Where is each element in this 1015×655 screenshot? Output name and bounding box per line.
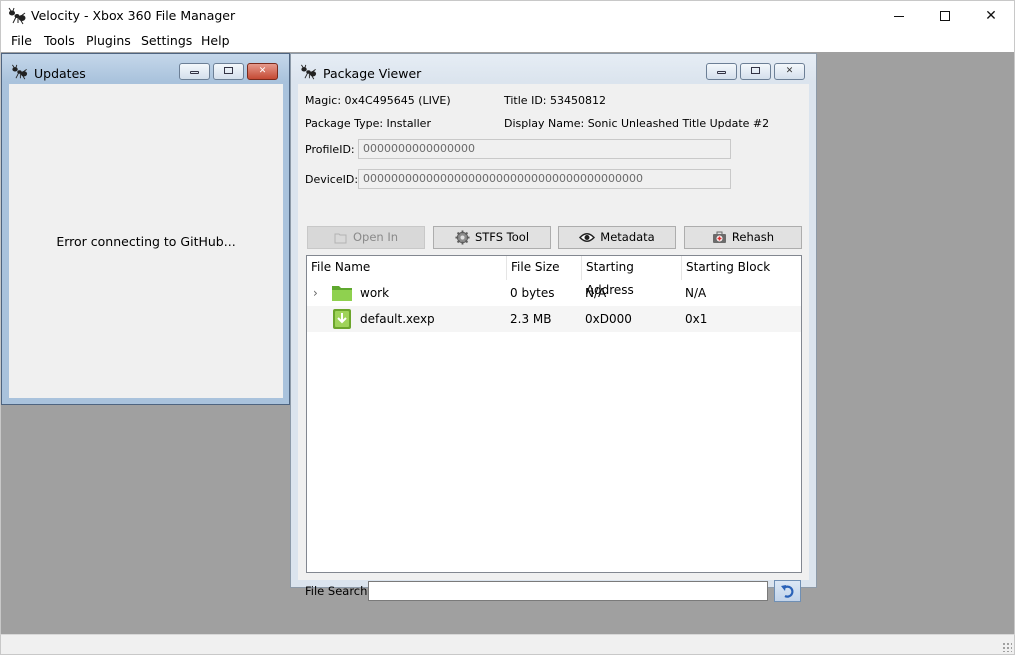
folder-open-icon: [334, 233, 347, 243]
maximize-icon: [940, 11, 950, 21]
close-icon: ✕: [258, 66, 267, 76]
package-type-label: Package Type: Installer: [305, 117, 431, 130]
minimize-icon: [717, 71, 726, 74]
medkit-icon: [712, 231, 726, 243]
rehash-button[interactable]: Rehash: [684, 226, 802, 249]
package-viewer-window: Package Viewer ✕ Magic: 0x4C495645 (LIVE…: [290, 53, 817, 602]
updates-close-button[interactable]: ✕: [247, 63, 278, 80]
close-icon: ✕: [985, 8, 997, 24]
column-header-starting-address[interactable]: Starting Address: [582, 256, 682, 297]
resize-grip-icon[interactable]: [1002, 642, 1012, 652]
close-button[interactable]: ✕: [968, 1, 1014, 31]
column-header-file-name[interactable]: File Name: [307, 256, 507, 280]
package-viewer-close-button[interactable]: ✕: [774, 63, 805, 80]
metadata-button[interactable]: Metadata: [558, 226, 676, 249]
ant-icon: [12, 64, 28, 80]
starting-block-cell: N/A: [685, 286, 707, 300]
updates-window: Updates ✕ Error connecting to GitHub...: [1, 53, 290, 405]
file-size-cell: 2.3 MB: [510, 312, 552, 326]
magic-label: Magic: 0x4C495645 (LIVE): [305, 94, 451, 107]
minimize-button[interactable]: [876, 1, 922, 31]
eye-icon: [579, 233, 596, 242]
package-viewer-minimize-button[interactable]: [706, 63, 737, 80]
column-header-starting-block[interactable]: Starting Block: [682, 256, 801, 280]
package-viewer-body: Magic: 0x4C495645 (LIVE) Title ID: 53450…: [298, 84, 809, 602]
menu-file[interactable]: File: [10, 33, 33, 48]
device-id-field[interactable]: 0000000000000000000000000000000000000000: [358, 169, 731, 189]
package-viewer-title: Package Viewer: [323, 66, 422, 81]
ant-icon: [301, 64, 317, 80]
display-name-label: Display Name: Sonic Unleashed Title Upda…: [504, 117, 770, 130]
file-search-input[interactable]: [368, 581, 768, 601]
gear-icon: [455, 230, 470, 245]
updates-title: Updates: [34, 66, 86, 81]
updates-title-bar[interactable]: Updates ✕: [2, 54, 289, 82]
table-row[interactable]: default.xexp 2.3 MB 0xD000 0x1: [307, 306, 801, 332]
updates-body: Error connecting to GitHub...: [9, 84, 283, 398]
file-name-cell: default.xexp: [360, 312, 435, 326]
updates-error-message: Error connecting to GitHub...: [56, 234, 236, 249]
updates-restore-button[interactable]: [213, 63, 244, 80]
profile-id-label: ProfileID:: [305, 143, 355, 156]
column-header-file-size[interactable]: File Size: [507, 256, 582, 280]
restore-icon: [224, 67, 233, 74]
rehash-label: Rehash: [731, 230, 775, 244]
table-row[interactable]: › work 0 bytes N/A N/A: [307, 280, 801, 306]
open-in-button[interactable]: Open In: [307, 226, 425, 249]
menu-tools[interactable]: Tools: [43, 33, 76, 48]
starting-block-cell: 0x1: [685, 312, 708, 326]
folder-icon: [332, 286, 352, 301]
stfs-tool-button[interactable]: STFS Tool: [433, 226, 551, 249]
expand-chevron-icon[interactable]: ›: [313, 280, 318, 306]
maximize-button[interactable]: [922, 1, 968, 31]
file-tree[interactable]: File Name File Size Starting Address Sta…: [306, 255, 802, 573]
minimize-icon: [190, 71, 199, 74]
package-viewer-restore-button[interactable]: [740, 63, 771, 80]
undo-icon: [780, 585, 793, 598]
menu-help[interactable]: Help: [200, 33, 231, 48]
profile-id-field[interactable]: 0000000000000000: [358, 139, 731, 159]
menu-plugins[interactable]: Plugins: [85, 33, 132, 48]
starting-address-cell: 0xD000: [585, 312, 632, 326]
ant-icon: [8, 7, 26, 25]
stfs-tool-label: STFS Tool: [474, 230, 530, 244]
metadata-label: Metadata: [600, 230, 655, 244]
status-bar: [0, 634, 1015, 655]
starting-address-cell: N/A: [585, 286, 607, 300]
main-title-bar: Velocity - Xbox 360 File Manager ✕: [0, 0, 1015, 30]
updates-minimize-button[interactable]: [179, 63, 210, 80]
reset-search-button[interactable]: [774, 580, 801, 602]
menu-bar: File Tools Plugins Settings Help: [0, 30, 1015, 52]
package-viewer-title-bar[interactable]: Package Viewer ✕: [291, 54, 816, 82]
file-name-cell: work: [360, 286, 390, 300]
minimize-icon: [894, 15, 904, 17]
title-id-label: Title ID: 53450812: [504, 94, 606, 107]
app-title: Velocity - Xbox 360 File Manager: [31, 8, 236, 23]
restore-icon: [751, 67, 760, 74]
file-size-cell: 0 bytes: [510, 286, 555, 300]
close-icon: ✕: [785, 66, 794, 76]
open-in-label: Open In: [352, 230, 399, 244]
menu-settings[interactable]: Settings: [140, 33, 193, 48]
xex-file-icon: [333, 309, 351, 329]
file-search-label: File Search:: [305, 584, 372, 598]
device-id-label: DeviceID:: [305, 173, 359, 186]
